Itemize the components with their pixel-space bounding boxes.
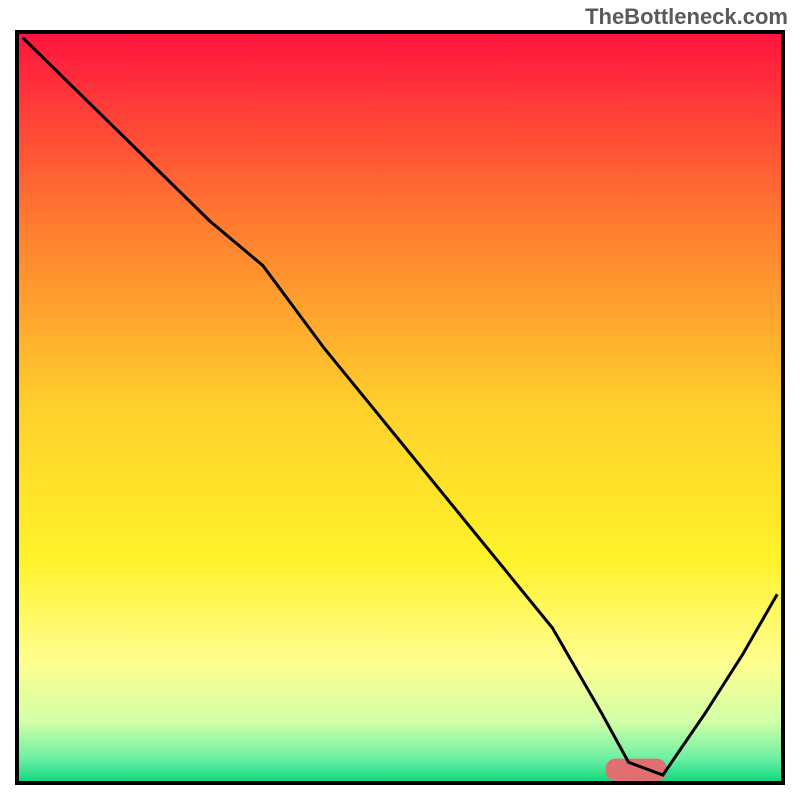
optimum-marker: [606, 759, 667, 781]
plot-svg: [19, 34, 781, 781]
plot-frame: [15, 30, 785, 785]
watermark-text: TheBottleneck.com: [585, 4, 788, 30]
chart-container: TheBottleneck.com: [0, 0, 800, 800]
